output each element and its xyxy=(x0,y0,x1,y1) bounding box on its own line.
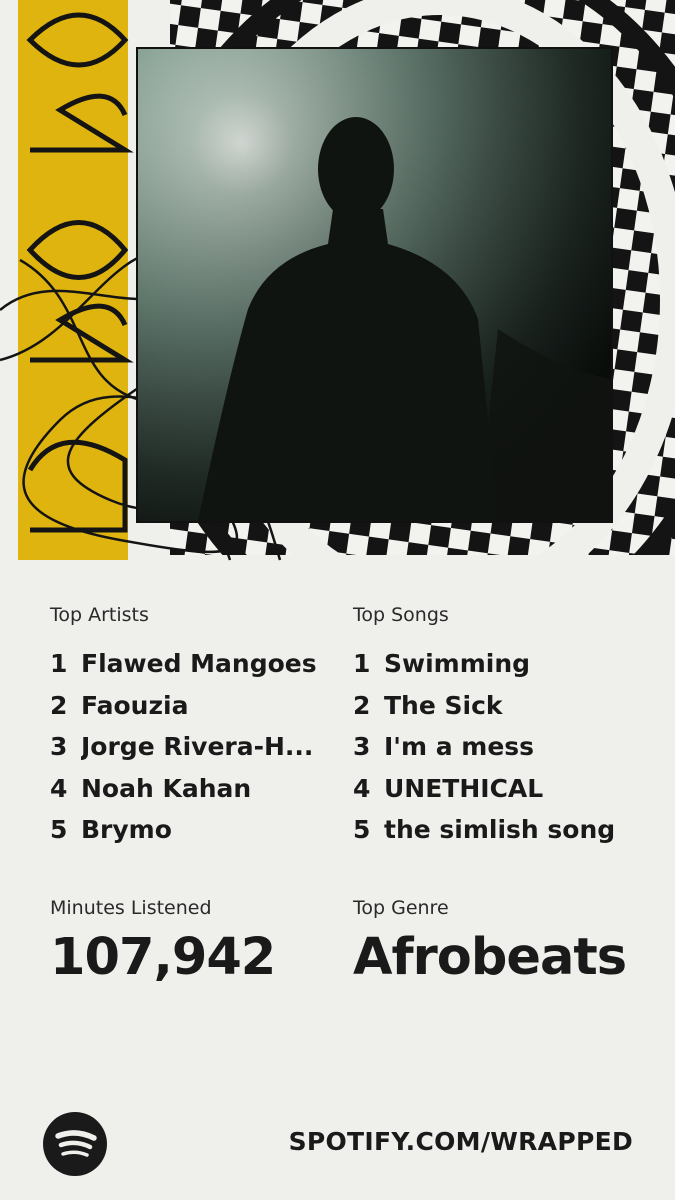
artist-item: 3 Jorge Rivera-H... xyxy=(50,726,350,768)
profile-photo xyxy=(136,47,613,523)
top-songs-list: 1 Swimming 2 The Sick 3 I'm a mess 4 UNETHIC… xyxy=(353,643,653,851)
hero-artwork xyxy=(0,0,675,575)
artist-name: Jorge Rivera-H... xyxy=(81,732,314,762)
song-name: I'm a mess xyxy=(384,732,535,762)
top-artists-section: Top Artists 1 Flawed Mangoes 2 Faouzia 3 Jo… xyxy=(50,601,350,851)
rank-number: 4 xyxy=(353,773,371,803)
rank-number: 3 xyxy=(353,732,371,762)
top-songs-section: Top Songs 1 Swimming 2 The Sick 3 I'm a mes… xyxy=(353,601,653,851)
song-item: 1 Swimming xyxy=(353,643,653,685)
rank-number: 5 xyxy=(353,815,371,845)
song-item: 3 I'm a mess xyxy=(353,726,653,768)
rank-number: 4 xyxy=(50,773,68,803)
artist-name: Brymo xyxy=(81,815,172,845)
top-genre-label: Top Genre xyxy=(353,897,449,919)
rank-number: 1 xyxy=(353,649,371,679)
minutes-listened-section: Minutes Listened 107,942 xyxy=(50,894,276,988)
rank-number: 3 xyxy=(50,732,68,762)
wrapped-url-link[interactable]: SPOTIFY.COM/WRAPPED xyxy=(289,1127,633,1156)
minutes-listened-value: 107,942 xyxy=(50,928,276,987)
rank-number: 2 xyxy=(353,690,371,720)
artist-item: 1 Flawed Mangoes xyxy=(50,643,350,685)
artist-item: 4 Noah Kahan xyxy=(50,768,350,810)
artist-item: 5 Brymo xyxy=(50,809,350,851)
artist-name: Noah Kahan xyxy=(81,773,252,803)
artist-item: 2 Faouzia xyxy=(50,685,350,727)
song-item: 5 the simlish song xyxy=(353,809,653,851)
rank-number: 5 xyxy=(50,815,68,845)
top-genre-section: Top Genre Afrobeats xyxy=(353,894,627,988)
song-name: The Sick xyxy=(384,690,503,720)
top-songs-label: Top Songs xyxy=(353,604,449,626)
top-artists-list: 1 Flawed Mangoes 2 Faouzia 3 Jorge Rivera-H… xyxy=(50,643,350,851)
song-item: 4 UNETHICAL xyxy=(353,768,653,810)
song-item: 2 The Sick xyxy=(353,685,653,727)
song-name: Swimming xyxy=(384,649,531,679)
rank-number: 1 xyxy=(50,649,68,679)
silhouette-image xyxy=(138,49,611,521)
rank-number: 2 xyxy=(50,690,68,720)
artist-name: Faouzia xyxy=(81,690,189,720)
top-genre-value: Afrobeats xyxy=(353,928,627,987)
top-artists-label: Top Artists xyxy=(50,604,149,626)
minutes-listened-label: Minutes Listened xyxy=(50,897,212,919)
song-name: the simlish song xyxy=(384,815,616,845)
artist-name: Flawed Mangoes xyxy=(81,649,317,679)
wrapped-card: Top Artists 1 Flawed Mangoes 2 Faouzia 3 Jo… xyxy=(0,0,675,1200)
spotify-logo-icon[interactable] xyxy=(43,1112,107,1176)
song-name: UNETHICAL xyxy=(384,773,544,803)
